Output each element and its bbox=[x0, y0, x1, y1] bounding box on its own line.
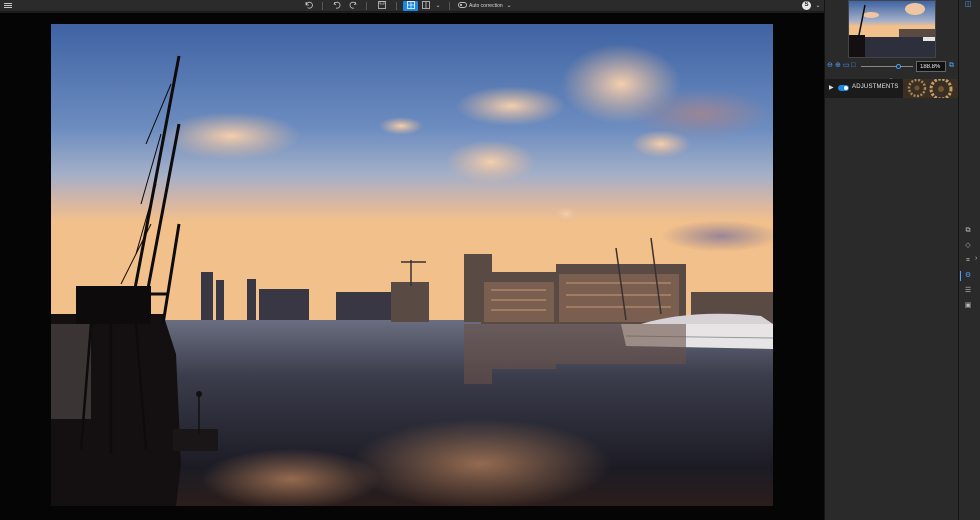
panel-layout-icon[interactable]: ◫ bbox=[963, 0, 973, 10]
account-avatar[interactable]: S bbox=[802, 1, 811, 10]
crop-icon[interactable]: ⌗ bbox=[963, 256, 973, 266]
image-icon[interactable]: ▣ bbox=[963, 301, 973, 311]
toolbar-divider bbox=[396, 2, 397, 10]
adjustments-section-header[interactable]: ▶ ADJUSTMENTS bbox=[825, 79, 959, 98]
expand-caret-icon[interactable]: ▶ bbox=[829, 84, 834, 91]
adjustments-label: ADJUSTMENTS bbox=[852, 84, 899, 90]
redo-icon[interactable] bbox=[348, 1, 358, 11]
adjustments-banner-image bbox=[903, 79, 959, 98]
auto-correction-toggle[interactable] bbox=[458, 2, 467, 8]
eraser-icon[interactable]: ◇ bbox=[963, 241, 973, 251]
auto-correction-label: Auto correction bbox=[469, 3, 503, 9]
open-navigator-icon[interactable]: ⧉ bbox=[949, 62, 954, 70]
undo-history-icon[interactable] bbox=[304, 1, 314, 11]
compare-view-icon[interactable] bbox=[421, 1, 431, 11]
navigator-thumbnail[interactable] bbox=[848, 0, 936, 58]
zoom-slider[interactable] bbox=[861, 64, 913, 69]
adjust-icon[interactable]: ⚙ bbox=[963, 271, 973, 281]
chevron-down-icon[interactable]: ⌄ bbox=[814, 1, 822, 11]
image-canvas[interactable]: ▴ bbox=[0, 13, 824, 520]
undo-icon[interactable] bbox=[332, 1, 342, 11]
chevron-down-icon[interactable]: ⌄ bbox=[505, 1, 513, 11]
tool-rail: ◫ ⧉ ◇ ⌗ ⚙ ☰ ▣ › bbox=[958, 0, 980, 520]
zoom-out-icon[interactable]: ⊖ bbox=[827, 62, 833, 70]
photo-editor-app: ⌄ Auto correction ⌄ S ⌄ ⊖ ⊕ ▭ □ 188.8% ⧉… bbox=[0, 0, 980, 520]
side-panel: ⊖ ⊕ ▭ □ ⧉ ︿ ▶ ADJUSTMENTS bbox=[824, 0, 959, 520]
zoom-in-icon[interactable]: ⊕ bbox=[835, 62, 841, 70]
zoom-value-input[interactable] bbox=[916, 61, 946, 72]
zoom-slider-knob[interactable] bbox=[895, 64, 901, 69]
chevron-down-icon[interactable]: ⌄ bbox=[434, 1, 442, 11]
active-tool-indicator bbox=[960, 271, 961, 281]
top-toolbar: ⌄ Auto correction ⌄ S ⌄ bbox=[0, 0, 824, 12]
adjustments-toggle[interactable] bbox=[838, 85, 849, 91]
fit-screen-icon[interactable]: ▭ bbox=[843, 62, 850, 70]
hamburger-icon[interactable] bbox=[4, 2, 12, 10]
toolbar-divider bbox=[322, 2, 323, 10]
save-icon[interactable] bbox=[377, 1, 387, 11]
edited-photo bbox=[51, 24, 773, 506]
collapse-panel-icon[interactable]: › bbox=[975, 255, 977, 262]
zoom-controls: ⊖ ⊕ ▭ □ ⧉ bbox=[827, 61, 957, 73]
single-view-icon[interactable] bbox=[403, 1, 418, 11]
layers-icon[interactable]: ⧉ bbox=[963, 226, 973, 236]
actual-size-icon[interactable]: □ bbox=[851, 62, 855, 70]
list-icon[interactable]: ☰ bbox=[963, 286, 973, 296]
toolbar-divider bbox=[449, 2, 450, 10]
toolbar-divider bbox=[366, 2, 367, 10]
